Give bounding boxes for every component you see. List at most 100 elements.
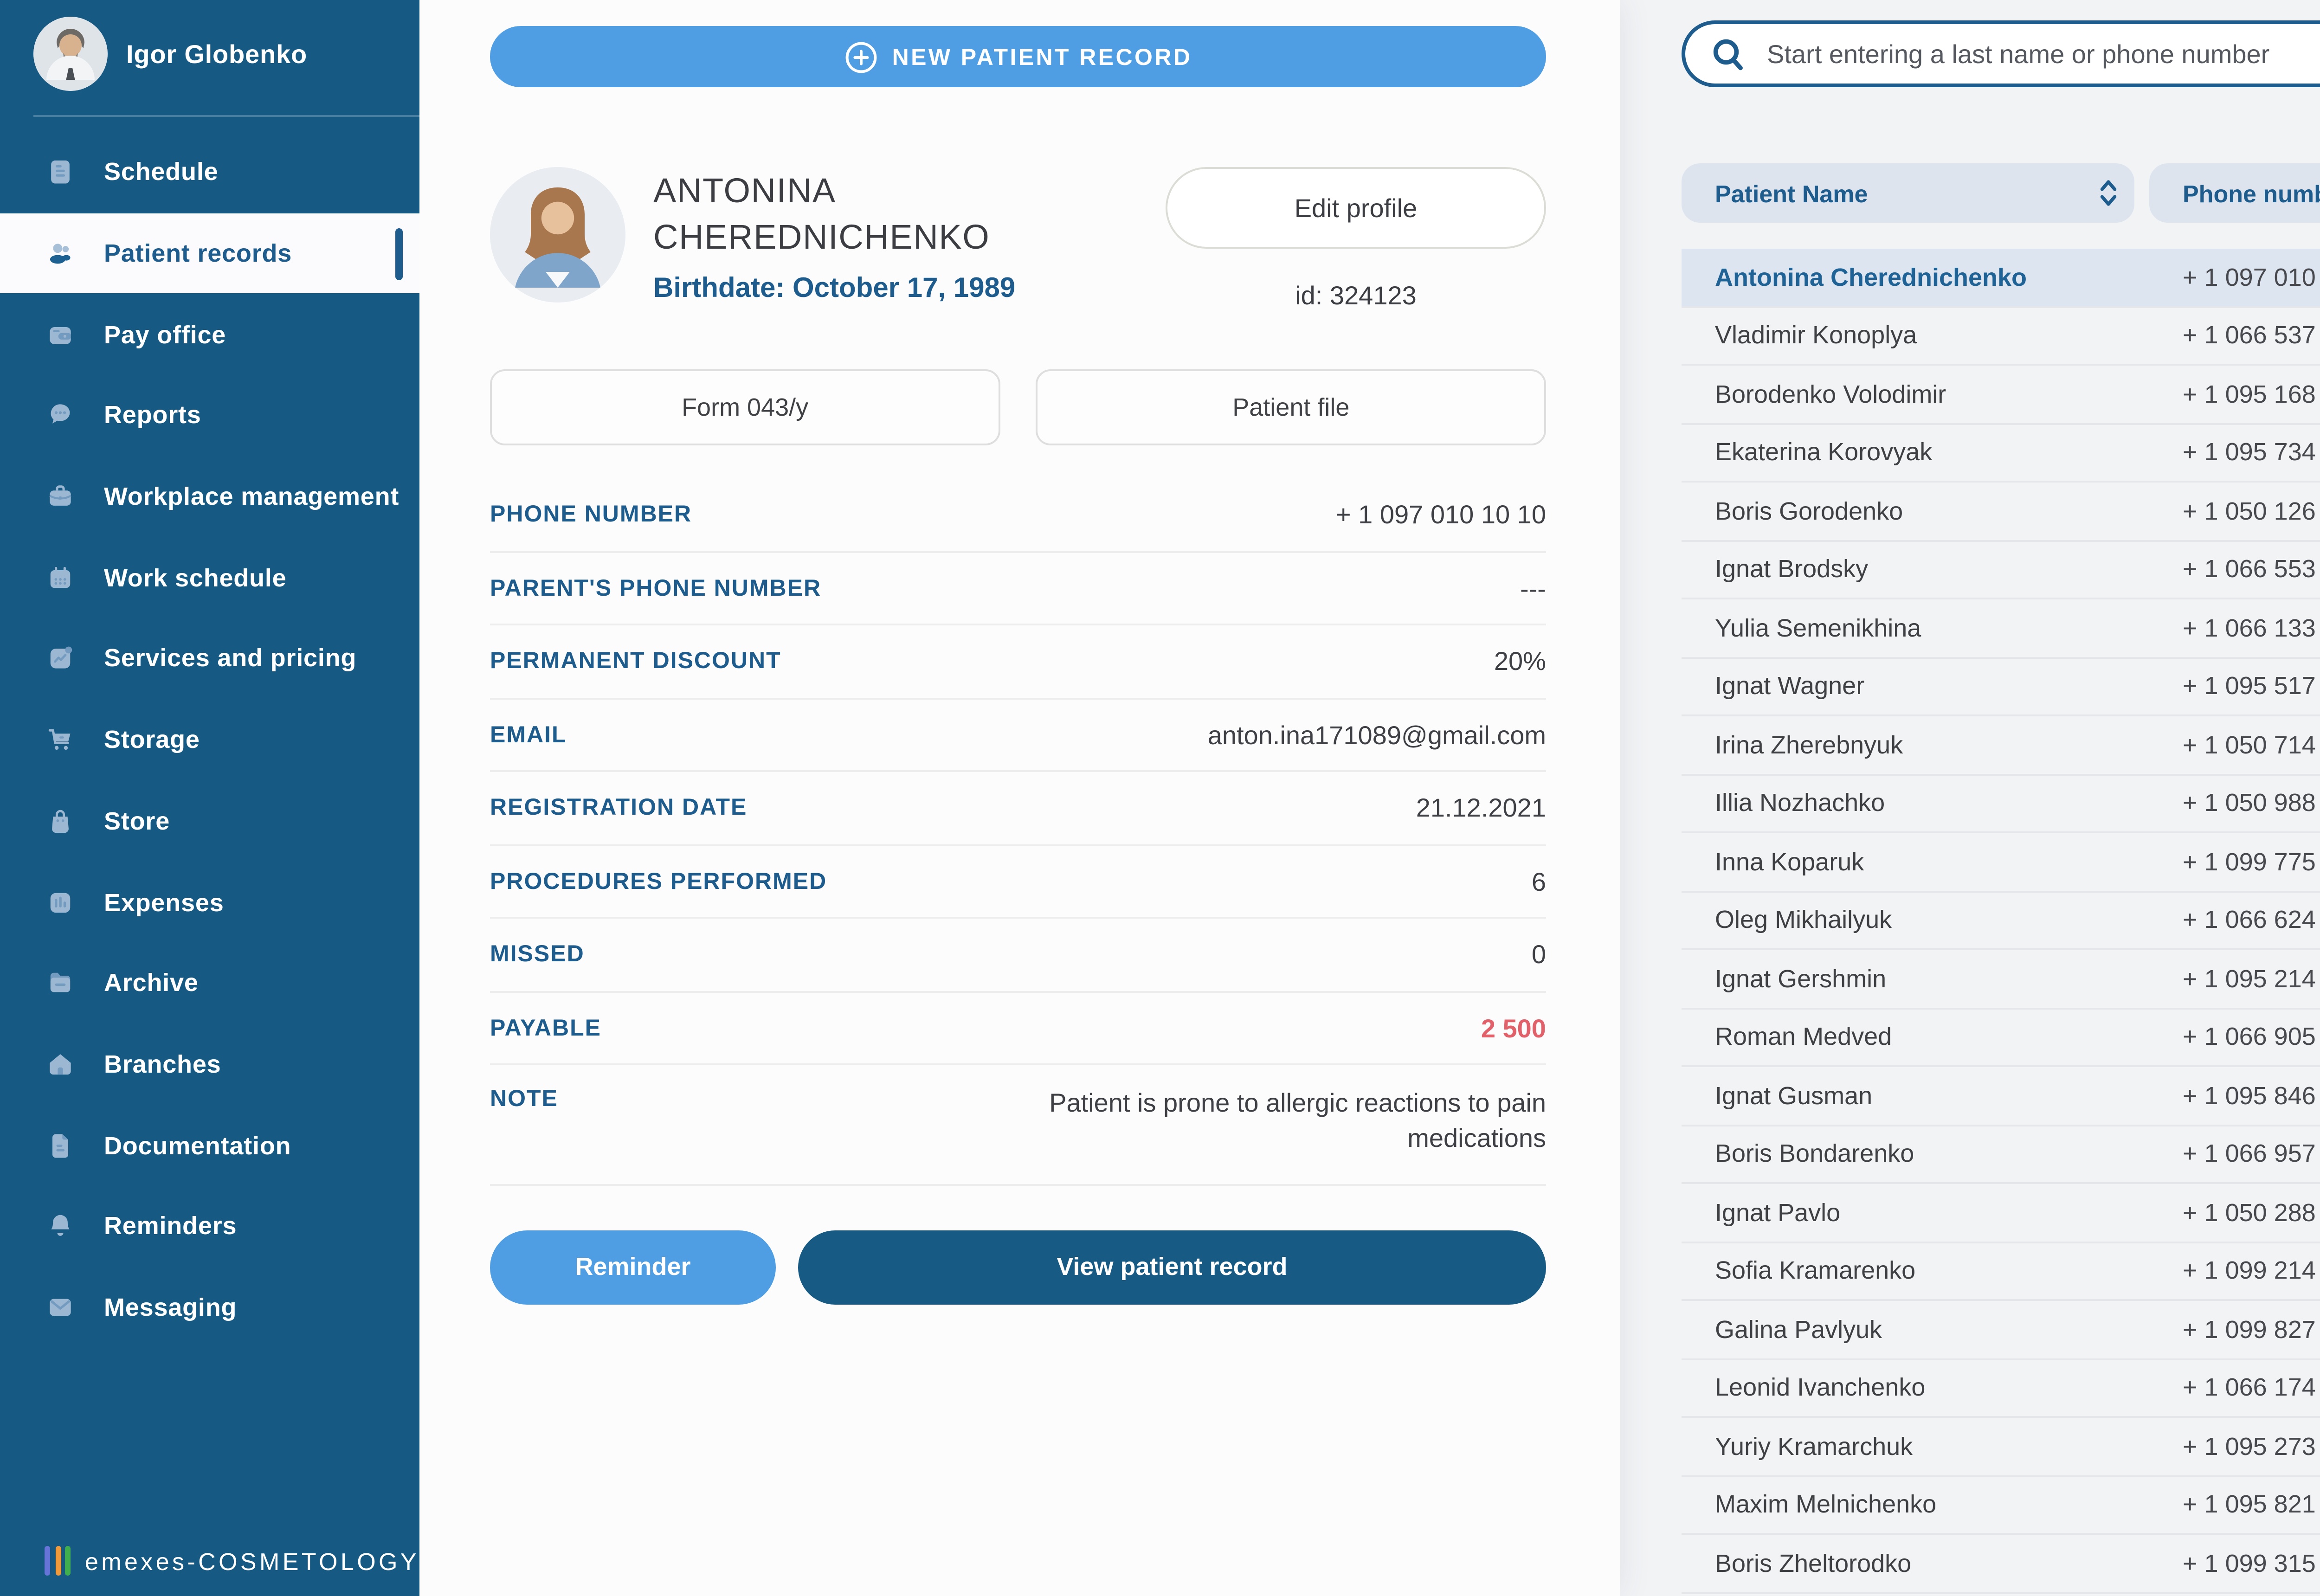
home-icon (45, 1049, 76, 1080)
table-row[interactable]: Maxim Melnichenko + 1 095 821 89 31 4 50… (1682, 1476, 2320, 1535)
sidebar-item-expenses[interactable]: Expenses (0, 862, 419, 943)
phone-cell: + 1 095 517 93 43 (2149, 672, 2320, 700)
table-column-header[interactable]: Patient Name (1682, 163, 2134, 223)
patient-profile-header: ANTONINA CHEREDNICHENKO Birthdate: Octob… (490, 167, 1546, 310)
field-value: 2 500 (1481, 1013, 1546, 1043)
sidebar-item-schedule[interactable]: Schedule (0, 132, 419, 213)
table-row[interactable]: Borodenko Volodimir + 1 095 168 14 47 3 … (1682, 366, 2320, 424)
search-bar[interactable] (1682, 20, 2320, 87)
sidebar-item-storage[interactable]: Storage (0, 699, 419, 780)
table-row[interactable]: Ignat Wagner + 1 095 517 93 43 21 000 0 (1682, 658, 2320, 716)
table-row[interactable]: Galina Pavlyuk + 1 099 827 20 77 80 000 … (1682, 1301, 2320, 1359)
table-row[interactable]: Illia Nozhachko + 1 050 988 13 72 8 000 … (1682, 775, 2320, 833)
field-label: PAYABLE (490, 1015, 602, 1041)
reminder-button[interactable]: Reminder (490, 1229, 776, 1304)
table-row[interactable]: Sofia Kramarenko + 1 099 214 28 14 11 00… (1682, 1242, 2320, 1301)
column-label: Patient Name (1715, 179, 1868, 207)
sidebar-menu: Schedule Patient records Pay office Repo… (0, 132, 419, 1348)
sidebar-item-branches[interactable]: Branches (0, 1023, 419, 1105)
sidebar-item-label: Branches (104, 1050, 221, 1078)
table-body: Antonina Cherednichenko + 1 097 010 10 1… (1682, 249, 2320, 1596)
sidebar-item-reports[interactable]: Reports (0, 375, 419, 456)
logo-text: emexes-COSMETOLOGY (84, 1547, 419, 1575)
new-patient-record-button[interactable]: NEW PATIENT RECORD (490, 26, 1546, 87)
sidebar-item-reminders[interactable]: Reminders (0, 1186, 419, 1267)
table-row[interactable]: Vladimir Konoplya + 1 066 537 27 16 13 5… (1682, 307, 2320, 366)
patient-name-cell: Ignat Brodsky (1682, 555, 2134, 583)
phone-cell: + 1 050 126 14 67 (2149, 497, 2320, 525)
table-column-header[interactable]: Phone number (2149, 163, 2320, 223)
table-row[interactable]: Ignat Pavlo + 1 050 288 91 14 73 500 0 (1682, 1184, 2320, 1242)
sidebar-item-label: Reports (104, 401, 201, 430)
patients-table-panel: Patient Name Phone number Completed (1620, 0, 2320, 1596)
patient-name-cell: Galina Pavlyuk (1682, 1315, 2134, 1343)
table-row[interactable]: Boris Bondarenko + 1 066 957 22 94 8 000… (1682, 1126, 2320, 1184)
form-043-button[interactable]: Form 043/y (490, 369, 1000, 445)
field-value: 21.12.2021 (1416, 793, 1546, 823)
app: Igor Globenko Schedule Patient records P… (0, 0, 2320, 1596)
sidebar-item-workplace-management[interactable]: Workplace management (0, 456, 419, 537)
table-row[interactable]: Yuriy Kramarchuk + 1 095 273 15 71 3 000… (1682, 1418, 2320, 1476)
phone-cell: + 1 095 168 14 47 (2149, 380, 2320, 408)
phone-cell: + 1 097 010 10 10 (2149, 263, 2320, 291)
phone-cell: + 1 066 537 27 16 (2149, 322, 2320, 349)
phone-cell: + 1 066 905 12 23 (2149, 1023, 2320, 1051)
table-row[interactable]: Leonid Ivanchenko + 1 066 174 83 55 25 5… (1682, 1359, 2320, 1418)
sidebar-item-label: Pay office (104, 320, 226, 348)
field-value: 6 (1531, 866, 1546, 896)
phone-cell: + 1 099 775 71 88 (2149, 848, 2320, 875)
table-row[interactable]: Irina Zherebnyuk + 1 050 714 16 78 3 000… (1682, 716, 2320, 775)
table-row[interactable]: Oleg Mikhailyuk + 1 066 624 15 73 55 000… (1682, 892, 2320, 950)
patient-name-cell: Oleg Mikhailyuk (1682, 906, 2134, 934)
table-row[interactable]: Ignat Brodsky + 1 066 553 82 19 2 550 55… (1682, 541, 2320, 599)
sidebar-item-documentation[interactable]: Documentation (0, 1105, 419, 1186)
active-indicator (394, 227, 403, 280)
table-row[interactable]: Inna Koparuk + 1 099 775 71 88 9 550 3 5… (1682, 833, 2320, 892)
field-row: PERMANENT DISCOUNT 20% (490, 625, 1546, 699)
table-row[interactable]: Boris Gorodenko + 1 050 126 14 67 4 800 … (1682, 483, 2320, 541)
user-avatar (33, 17, 108, 91)
document-icon (45, 1129, 76, 1161)
patient-name: ANTONINA CHEREDNICHENKO (653, 171, 990, 256)
search-input[interactable] (1763, 37, 2320, 71)
bell-icon (45, 1210, 76, 1242)
patient-name-cell: Ignat Gershmin (1682, 965, 2134, 992)
edit-profile-button[interactable]: Edit profile (1166, 167, 1546, 249)
field-label: REGISTRATION DATE (490, 795, 748, 821)
patient-file-button[interactable]: Patient file (1036, 369, 1546, 445)
table-row[interactable]: Yulia Semenikhina + 1 066 133 15 65 7 50… (1682, 599, 2320, 658)
sidebar-item-services-and-pricing[interactable]: Services and pricing (0, 618, 419, 700)
sidebar-item-patient-records[interactable]: Patient records (0, 212, 419, 294)
barchart-icon (45, 886, 76, 918)
patient-id: id: 324123 (1295, 280, 1417, 310)
logo-bar-icon (45, 1546, 51, 1576)
patient-name-cell: Antonina Cherednichenko (1682, 263, 2134, 291)
sidebar-item-label: Work schedule (104, 564, 287, 592)
patient-panel: NEW PATIENT RECORD ANTONINA CHEREDNICHEN… (419, 0, 1620, 1596)
user-profile[interactable]: Igor Globenko (0, 0, 419, 91)
field-value: 20% (1494, 646, 1546, 676)
patient-name-cell: Ignat Gusman (1682, 1081, 2134, 1109)
table-row[interactable]: Ignat Gershmin + 1 095 214 43 90 55 000 … (1682, 950, 2320, 1009)
table-row[interactable]: Antonina Cherednichenko + 1 097 010 10 1… (1682, 249, 2320, 307)
field-value: + 1 097 010 10 10 (1335, 500, 1546, 529)
table-row[interactable]: Boris Zheltorodko + 1 099 315 89 89 62 0… (1682, 1535, 2320, 1593)
field-value: --- (1520, 573, 1546, 603)
sidebar-item-messaging[interactable]: Messaging (0, 1267, 419, 1348)
table-row[interactable]: Ekaterina Korovyak + 1 095 734 91 63 63 … (1682, 424, 2320, 483)
patient-name-cell: Ekaterina Korovyak (1682, 438, 2134, 466)
patient-name-cell: Borodenko Volodimir (1682, 380, 2134, 408)
sidebar-item-label: Storage (104, 726, 200, 754)
view-patient-record-button[interactable]: View patient record (798, 1229, 1546, 1304)
bag-icon (45, 805, 76, 837)
sidebar-item-pay-office[interactable]: Pay office (0, 294, 419, 375)
patient-name-cell: Irina Zherebnyuk (1682, 731, 2134, 759)
phone-cell: + 1 050 714 16 78 (2149, 731, 2320, 759)
table-row[interactable]: Roman Medved + 1 066 905 12 23 2 000 2 0… (1682, 1009, 2320, 1067)
sidebar-item-work-schedule[interactable]: Work schedule (0, 537, 419, 618)
sidebar-item-archive[interactable]: Archive (0, 943, 419, 1024)
table-row[interactable]: Taras Sereda + 1 050 241 55 75 9 000 3 0… (1682, 1593, 2320, 1596)
table-row[interactable]: Ignat Gusman + 1 095 846 27 92 4 000 0 (1682, 1067, 2320, 1126)
sidebar-item-store[interactable]: Store (0, 780, 419, 862)
sort-icon[interactable] (2099, 178, 2118, 208)
